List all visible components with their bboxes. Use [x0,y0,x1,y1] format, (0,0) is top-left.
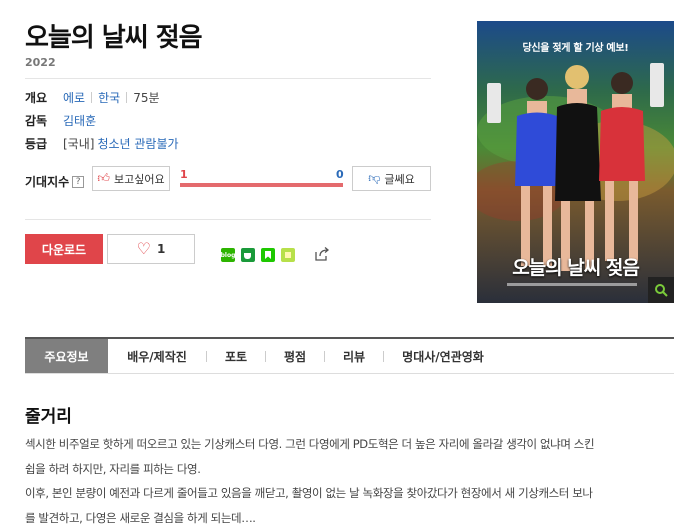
expectation-label-text: 기대지수 [25,175,70,189]
movie-poster[interactable]: 당신을 젖게 할 기상 예보! 오늘의 날씨 젖음 [477,21,674,303]
dislike-button[interactable]: 👎︎ 글쎄요 [352,166,431,191]
want-to-see-button[interactable]: 👍︎ 보고싶어요 [92,166,170,191]
dislike-count: 0 [336,168,344,181]
movie-title: 오늘의 날씨 젖음 [25,23,203,53]
expectation-bar-fill [180,183,343,187]
share-icons: blog [221,248,295,262]
magnify-icon[interactable] [648,277,674,303]
divider [25,78,431,79]
want-to-see-label: 보고싶어요 [113,172,165,186]
heart-icon: ♡ [136,239,151,258]
synopsis-line: 를 발견하고, 다영은 새로운 결심을 하게 되는데…. [25,510,256,525]
director-row: 감독 김태훈 [25,112,96,129]
tab-cast-crew[interactable]: 배우/제작진 [108,339,206,373]
synopsis-line: 이후, 본인 분량이 예전과 다르게 줄어들고 있음을 깨닫고, 촬영이 없는 … [25,486,593,500]
runtime: 75분 [133,91,160,105]
help-icon[interactable]: ? [72,175,85,188]
rating-region: [국내] [63,137,95,151]
tab-reviews[interactable]: 리뷰 [325,339,383,373]
rating-row: 등급 [국내] 청소년 관람불가 [25,135,179,152]
tab-ratings[interactable]: 평점 [266,339,324,373]
poster-credits-block [507,283,637,286]
thumbs-down-icon: 👎︎ [368,171,381,185]
dislike-label: 글쎄요 [384,172,415,186]
like-count: 1 [156,242,166,256]
synopsis-line: 쉽을 하려 하지만, 자리를 피하는 다영. [25,461,201,476]
poster-tagline: 당신을 젖게 할 기상 예보! [522,43,629,54]
genre-link[interactable]: 에로 [63,89,85,106]
country-link[interactable]: 한국 [98,89,120,106]
synopsis-text: 섹시한 비주얼로 핫하게 떠오르고 있는 기상캐스터 다영. 그런 다영에게 P… [25,432,685,530]
download-button[interactable]: 다운로드 [25,234,103,264]
overview-label: 개요 [25,91,48,105]
divider [25,219,431,220]
rating-label: 등급 [25,137,48,151]
thumbs-up-icon: 👍︎ [97,171,110,185]
blog-icon[interactable]: blog [221,248,235,262]
tab-bar: 주요정보 배우/제작진 포토 평점 리뷰 명대사/연관영화 [25,337,674,374]
director-label: 감독 [25,114,48,128]
expectation-bar [180,183,343,187]
synopsis-heading: 줄거리 [25,407,72,427]
share-icon[interactable] [314,247,330,265]
separator [91,92,93,103]
poster-title: 오늘의 날씨 젖음 [512,257,640,279]
separator [126,92,128,103]
rating-grade-link[interactable]: 청소년 관람불가 [97,135,178,152]
tab-main-info[interactable]: 주요정보 [25,339,108,373]
director-link[interactable]: 김태훈 [63,112,96,129]
want-count: 1 [180,168,188,181]
bookmark-icon[interactable] [261,248,275,262]
tab-photo[interactable]: 포토 [207,339,265,373]
memo-icon[interactable] [281,248,295,262]
like-button[interactable]: ♡ 1 [107,234,195,264]
synopsis-line: 섹시한 비주얼로 핫하게 떠오르고 있는 기상캐스터 다영. 그런 다영에게 P… [25,437,595,451]
movie-year: 2022 [25,56,56,69]
overview-row: 개요 에로 한국 75분 [25,89,160,106]
tab-quotes-related[interactable]: 명대사/연관영화 [384,339,502,373]
expectation-label: 기대지수 ? [25,173,85,190]
cafe-icon[interactable] [241,248,255,262]
